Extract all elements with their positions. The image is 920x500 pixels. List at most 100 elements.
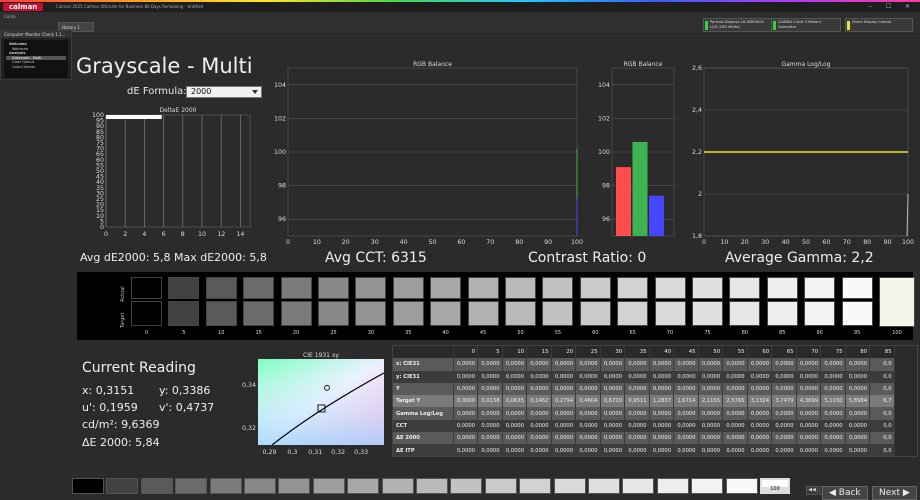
table-cell: 0,0000: [526, 370, 552, 383]
y-tick-label: 0: [100, 224, 104, 231]
table-row[interactable]: CCT 0,0000 0,0000 0,0000 0,0000 0,0000 0,0000 0…: [393, 419, 895, 433]
swatch-level-label: 85: [779, 330, 786, 336]
table-row[interactable]: ΔE ITP 0,0000 0,0000 0,0000 0,0000 0,0000 0,00…: [393, 444, 895, 456]
pattern-swatch-button[interactable]: [72, 478, 104, 494]
table-cell: 3,7479: [771, 395, 797, 408]
pattern-swatch-button[interactable]: [553, 478, 586, 494]
table-cell: 0,0000: [722, 444, 748, 456]
table-cell: 0,0000: [796, 382, 821, 396]
pattern-swatch-button[interactable]: [450, 478, 483, 494]
device-display-control[interactable]: Direct Display Control: [845, 18, 913, 32]
table-cell: 0,0000: [551, 382, 576, 396]
pattern-swatch-button[interactable]: [588, 478, 620, 494]
table-cell: 0,0000: [722, 407, 748, 420]
table-cell: 0,0000: [624, 382, 650, 396]
table-cell: 0,0000: [600, 407, 625, 420]
device-pattern-generator[interactable]: CalMAN Client 3 Pattern Generator: [771, 18, 841, 32]
pattern-swatch-button[interactable]: [416, 478, 448, 494]
table-cell: 0,0000: [575, 382, 601, 396]
x-tick-label: 0,3: [287, 449, 297, 456]
de-formula-select[interactable]: 2000: [186, 86, 262, 98]
table-cell: 0,0000: [698, 432, 723, 445]
table-row[interactable]: Gamma Log/Log 0,0000 0,0000 0,0000 0,0000 0,0…: [393, 407, 895, 420]
pattern-swatch-button[interactable]: [312, 478, 345, 494]
table-cell: 0,0000: [453, 370, 478, 383]
pattern-swatch-button[interactable]: [278, 478, 311, 494]
pattern-swatch-button[interactable]: [519, 478, 552, 494]
pattern-swatch-button[interactable]: [244, 478, 276, 494]
swatch-target: [392, 301, 424, 326]
table-row[interactable]: Y 0,0000 0,0000 0,0000 0,0000 0,0000 0,0000 0,0…: [393, 382, 895, 396]
pattern-swatch-button[interactable]: [484, 478, 517, 494]
pattern-swatch-button[interactable]: 100: [760, 478, 790, 494]
swatch-target: [729, 301, 761, 326]
table-cell: 5,1030: [820, 395, 846, 408]
workflow-sidebar: Computer Monitor Check 1.1... Welcome Wel…: [0, 30, 72, 80]
swatch-actual: [542, 277, 574, 299]
device-meter[interactable]: Portrait Displays C6-HDR5000 LCD (LED Wh…: [703, 18, 779, 32]
table-cell: 0,0000: [673, 370, 699, 383]
pattern-swatch-button[interactable]: [381, 478, 414, 494]
rgb-balance-bar-chart: RGB Balance 104 102 100 98 96: [598, 61, 675, 237]
swatch-actual: [131, 277, 162, 299]
table-row[interactable]: ΔE 2000 0,0000 0,0000 0,0000 0,0000 0,0000 0,0…: [393, 432, 895, 445]
avg-gamma-stat: Average Gamma: 2,2: [725, 250, 874, 266]
table-cell: 0,0000: [673, 358, 699, 371]
pattern-swatch-button[interactable]: [691, 478, 724, 494]
pattern-swatch-button[interactable]: [106, 478, 139, 494]
chart-title: RGB Balance: [624, 61, 663, 68]
table-cell: 0,0000: [722, 382, 748, 396]
table-cell: 0,0000: [845, 370, 870, 383]
table-cell: 0,0000: [771, 419, 797, 433]
table-cell: 0,0000: [649, 444, 674, 456]
table-cell: 0,0000: [820, 407, 846, 420]
table-cell: 0,0000: [845, 419, 870, 433]
pattern-swatch-button[interactable]: [622, 478, 655, 494]
current-reading-title: Current Reading: [82, 360, 196, 376]
x-tick-label: 6: [162, 231, 166, 238]
table-cell: 0,0000: [575, 407, 601, 420]
table-cell: 0,0000: [453, 407, 478, 420]
table-cell: 0,0000: [820, 432, 846, 445]
window-controls[interactable]: – ☐ ✕: [869, 3, 916, 11]
table-cell: 0,0000: [502, 382, 527, 396]
table-cell: 0,0000: [796, 419, 821, 433]
pattern-swatch-button[interactable]: [209, 478, 242, 494]
sidebar-item[interactable]: ColorChecker: [6, 65, 66, 70]
pattern-swatch-button[interactable]: [656, 478, 689, 494]
chart-title: DeltaE 2000: [160, 107, 197, 114]
swatch-target: [430, 301, 462, 326]
app-logo: calman: [3, 3, 44, 11]
back-button[interactable]: ◀ Back: [822, 486, 868, 500]
avg-de-stat: Avg dE2000: 5,8 Max dE2000: 5,8: [80, 251, 267, 264]
x-tick-label: 0: [286, 239, 290, 246]
table-cell: 0,0000: [551, 370, 576, 383]
reading-luminance: cd/m²: 9,6369: [82, 418, 160, 431]
pattern-swatch-button[interactable]: [347, 478, 380, 494]
table-cell: 0,0000: [600, 444, 625, 456]
pattern-swatch-button[interactable]: [725, 478, 758, 494]
swatch-target: [692, 301, 723, 326]
column-header: 0: [453, 346, 478, 359]
swatch-level-label: 0: [144, 330, 149, 336]
swatch-level-label: 60: [592, 330, 599, 336]
swatch-target: [766, 301, 798, 326]
table-cell: 0,0000: [722, 358, 748, 371]
table-row[interactable]: x: CIE31 0,0000 0,0000 0,0000 0,0000 0,0000 0,…: [393, 358, 895, 371]
table-cell: 0,0000: [502, 432, 527, 445]
swatch-actual: [168, 277, 200, 299]
rewind-icon[interactable]: ◀◀: [806, 486, 818, 495]
table-cell: 0,0000: [845, 358, 870, 371]
table-cell: 0,0000: [747, 407, 772, 420]
table-row[interactable]: Target Y 0,0000 0,0138 0,0635 0,1462 0,2794 0,…: [393, 395, 895, 408]
table-cell: 0,0000: [698, 370, 723, 383]
table-cell: 0,0000: [722, 432, 748, 445]
x-tick-label: 0: [702, 239, 706, 246]
table-row[interactable]: y: CIE31 0,0000 0,0000 0,0000 0,0000 0,0000 0,…: [393, 370, 895, 383]
table-cell: 0,0000: [624, 358, 650, 371]
pattern-swatch-button[interactable]: [175, 478, 208, 494]
x-tick-label: 10: [198, 231, 206, 238]
next-button[interactable]: Next ▶: [872, 486, 917, 500]
swatch-level-label: 90: [816, 330, 823, 336]
pattern-swatch-button[interactable]: [140, 478, 173, 494]
